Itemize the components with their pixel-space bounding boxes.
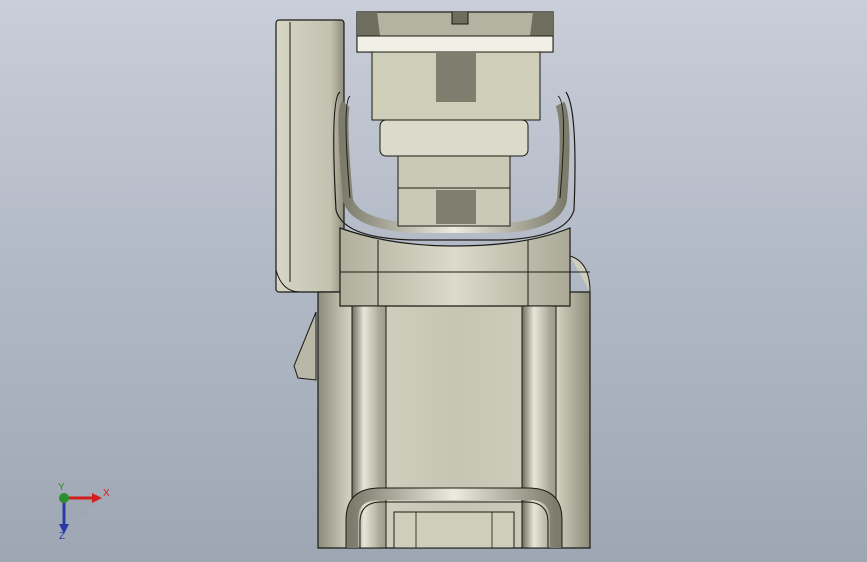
y-axis-icon: [59, 493, 69, 503]
connector-model[interactable]: [0, 0, 867, 562]
latch-wedge: [293, 311, 317, 381]
y-axis-label: Y: [58, 482, 65, 493]
z-axis-label: Z: [59, 531, 66, 542]
reference-triad: X Y Z: [40, 482, 120, 546]
graphics-viewport[interactable]: X Y Z: [0, 0, 867, 562]
inner-window: [379, 119, 529, 227]
upper-head: [356, 11, 554, 121]
x-axis-label: X: [103, 488, 110, 499]
